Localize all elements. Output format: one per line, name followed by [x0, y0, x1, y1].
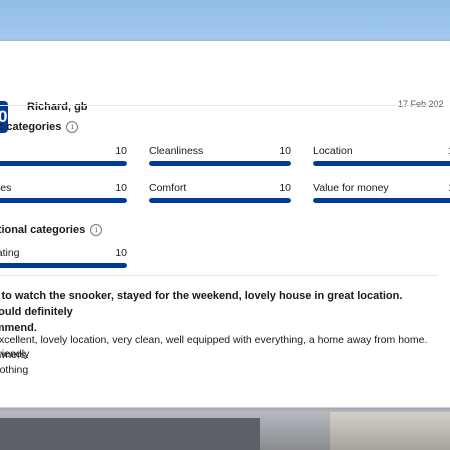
info-icon[interactable]: i: [66, 121, 79, 133]
category-comfort: Comfort 10: [149, 182, 291, 212]
category-label: Location: [313, 145, 353, 157]
category-bar-track: [313, 161, 450, 166]
category-bar-track: [0, 263, 127, 268]
category-label: ilities: [0, 182, 12, 194]
category-bar-fill: [0, 161, 127, 166]
category-location: Location 1: [313, 145, 450, 175]
additional-categories-title: ditional categories i: [0, 224, 103, 236]
reviewer-name: Richard, gb: [27, 101, 88, 113]
category-bar-track: [0, 198, 127, 203]
category-bar-fill: [0, 198, 127, 203]
category-value: 10: [279, 145, 291, 157]
category-label: Value for money: [313, 182, 389, 194]
basic-categories-label: sic categories: [0, 121, 62, 133]
header-divider: [0, 105, 438, 106]
review-date: 17 Feb 202: [398, 99, 444, 109]
category-value: 10: [115, 182, 127, 194]
category-bar-track: [0, 161, 127, 166]
review-positive-text: owners.: [0, 349, 29, 361]
review-card: 10 Richard, gb 17 Feb 202 sic categories…: [0, 41, 450, 407]
review-title: nt to watch the snooker, stayed for the …: [0, 288, 433, 336]
background-road: [0, 418, 260, 450]
category-bar-track: [149, 161, 291, 166]
category-label: l rating: [0, 247, 20, 259]
category-label: Cleanliness: [149, 145, 204, 157]
category-bar-fill: [313, 161, 450, 166]
categories-divider: [0, 275, 438, 276]
review-negative-text: Nothing: [0, 364, 29, 376]
category-value: 10: [115, 145, 127, 157]
category-value: 10: [279, 182, 291, 194]
info-icon[interactable]: i: [90, 224, 103, 236]
review-positive-text: Excellent, lovely location, very clean, …: [0, 334, 428, 360]
category-value: 10: [115, 247, 127, 259]
category-bar-track: [313, 198, 450, 203]
category-bar-fill: [149, 161, 291, 166]
category-bar-fill: [313, 198, 450, 203]
background-wall: [330, 412, 450, 450]
category-value-for-money: Value for money 1: [313, 182, 450, 212]
category-bar-fill: [0, 263, 127, 268]
category-overall-rating: l rating 10: [0, 247, 127, 277]
category-bar-fill: [149, 198, 291, 203]
review-title-line: nt to watch the snooker, stayed for the …: [0, 290, 403, 318]
category-cleanliness: Cleanliness 10: [149, 145, 291, 175]
category-facilities: ilities 10: [0, 182, 127, 212]
basic-categories-title: sic categories i: [0, 121, 79, 133]
category-label: Comfort: [149, 182, 187, 194]
category-bar-track: [149, 198, 291, 203]
category-staff: ff 10: [0, 145, 127, 175]
additional-categories-label: ditional categories: [0, 224, 86, 236]
